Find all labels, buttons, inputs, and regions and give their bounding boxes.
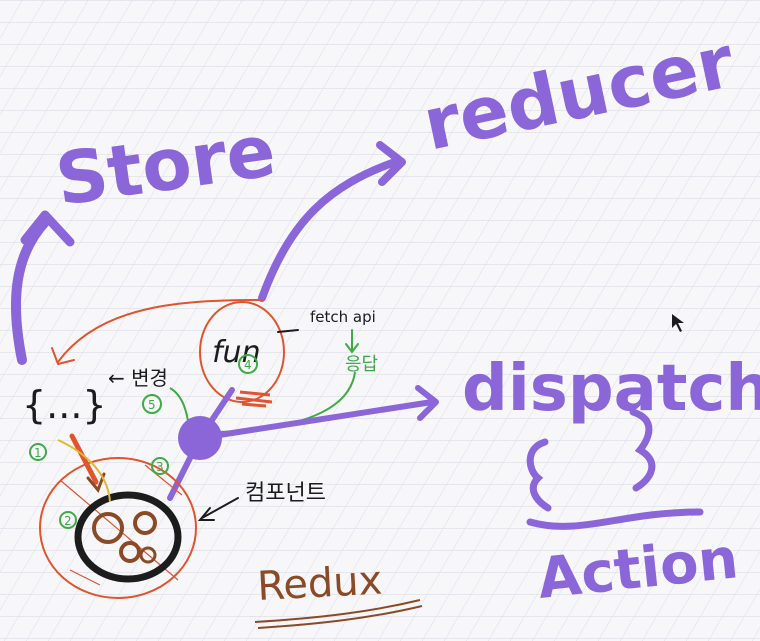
fetch-api-label: fetch api bbox=[310, 308, 376, 326]
dispatch-label: dispatch bbox=[462, 352, 760, 426]
step-5-label: 5 bbox=[148, 398, 156, 412]
redux-label: Redux bbox=[256, 558, 383, 610]
function-label: fun bbox=[212, 335, 261, 370]
component-label: 컴포넌트 bbox=[245, 481, 326, 506]
response-label: 응답 bbox=[345, 354, 378, 375]
step-2-label: 2 bbox=[64, 514, 72, 528]
state-braces: {...} bbox=[22, 383, 107, 427]
change-label: ← 변경 bbox=[108, 366, 168, 390]
step-4-label: 4 bbox=[244, 358, 252, 372]
whiteboard-canvas: Store reducer dispatch Action {...} ← 변경… bbox=[0, 0, 760, 641]
step-3-label: 3 bbox=[156, 460, 164, 474]
step-1-label: 1 bbox=[34, 446, 42, 460]
redux-diagram: Store reducer dispatch Action {...} ← 변경… bbox=[0, 0, 760, 641]
